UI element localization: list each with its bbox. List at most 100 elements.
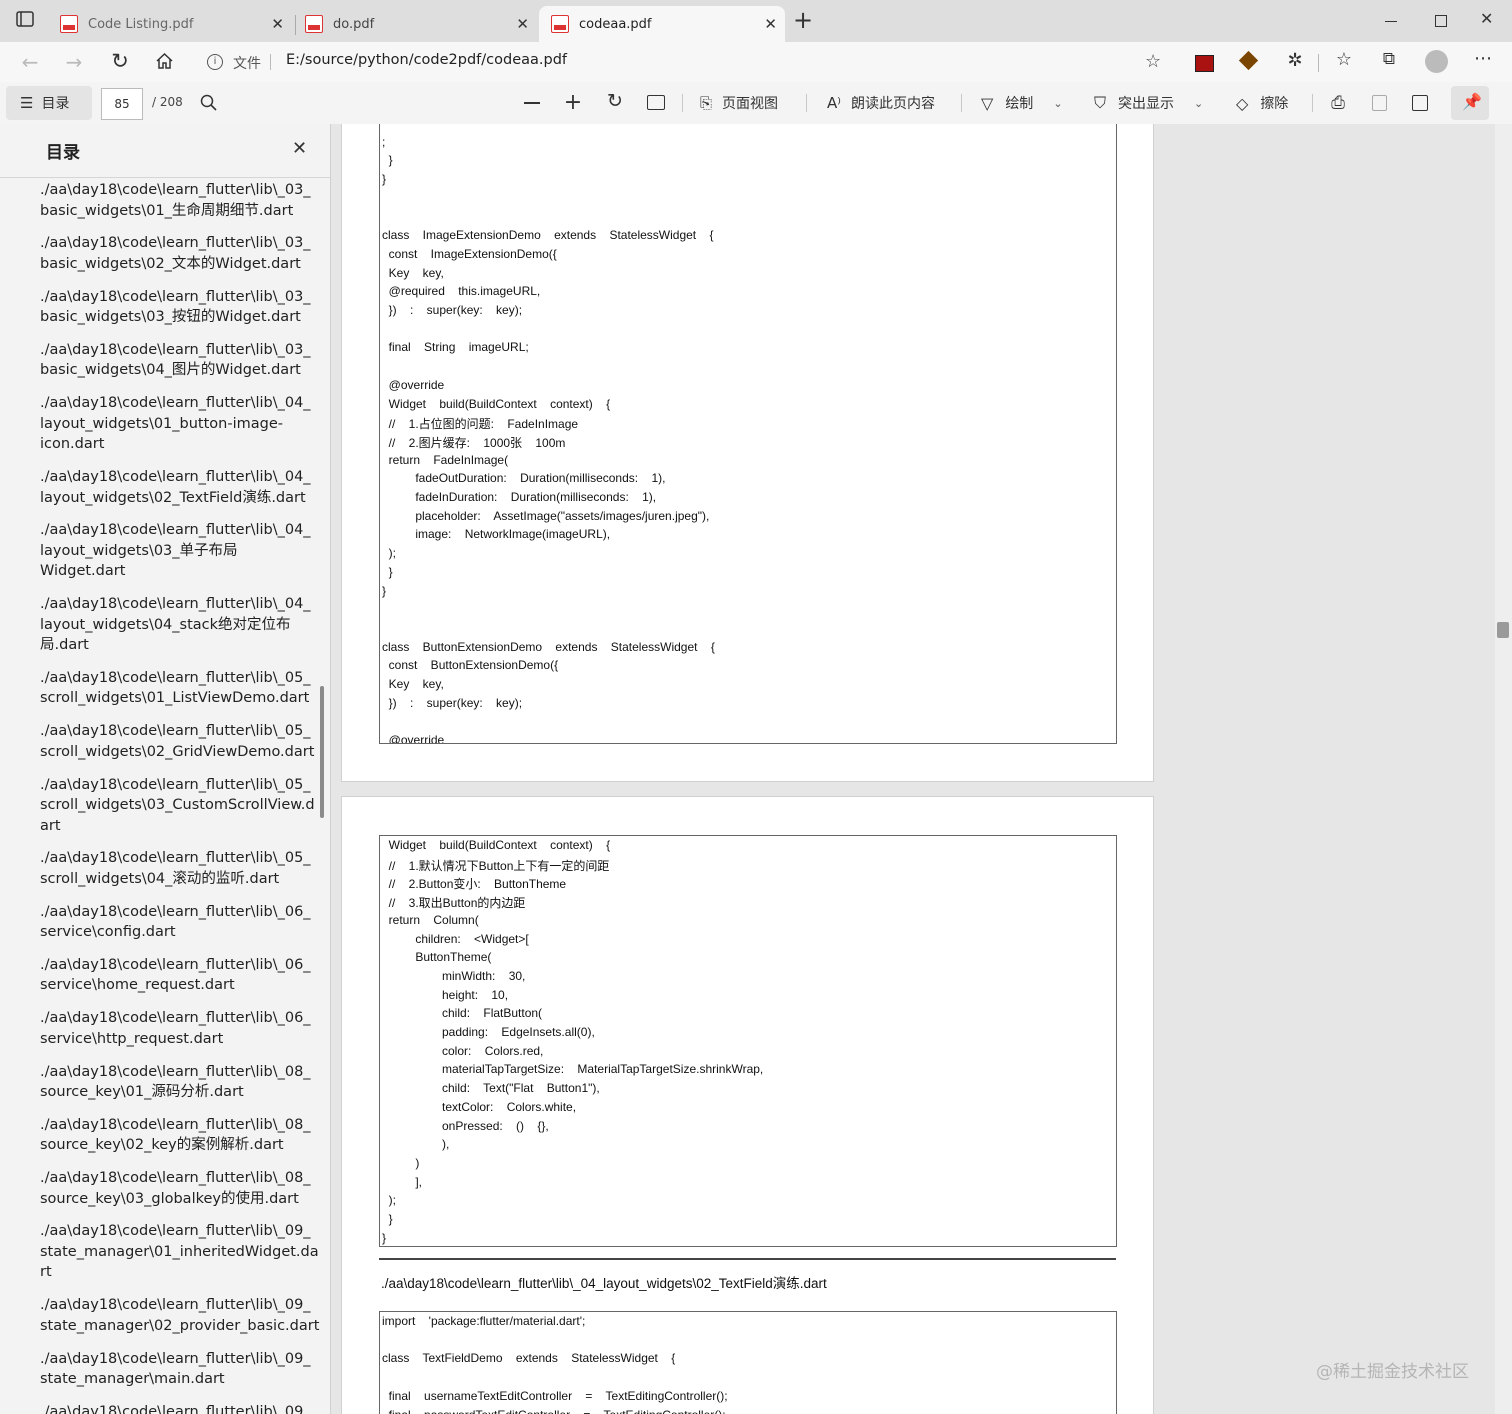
code-line: ButtonTheme(	[382, 950, 492, 965]
extension-icon[interactable]	[1195, 55, 1214, 72]
file-heading: ./aa\day18\code\learn_flutter\lib\_04_la…	[381, 1276, 827, 1291]
tab-close-button[interactable]: ✕	[516, 15, 529, 33]
profile-avatar[interactable]	[1425, 50, 1448, 73]
toc-item[interactable]: ./aa\day18\code\learn_flutter\lib\_06_ s…	[40, 1008, 311, 1049]
code-line: // 1.占位图的问题: FadeInImage	[382, 417, 579, 432]
more-menu-icon[interactable]: ⋯	[1472, 48, 1494, 69]
toc-item[interactable]: ./aa\day18\code\learn_flutter\lib\_05_ s…	[40, 848, 311, 889]
toc-item[interactable]: ./aa\day18\code\learn_flutter\lib\_03_ b…	[40, 287, 311, 328]
erase-label: 擦除	[1260, 96, 1289, 112]
toc-item[interactable]: ./aa\day18\code\learn_flutter\lib\_06_ s…	[40, 902, 311, 943]
code-line: Key key,	[382, 677, 444, 691]
add-favorite-icon[interactable]: ☆	[1145, 51, 1161, 72]
toc-item[interactable]: ./aa\day18\code\learn_flutter\lib\_03_ b…	[40, 340, 311, 381]
code-line: textColor: Colors.white,	[382, 1099, 577, 1114]
draw-button[interactable]: ▽ 绘制 ⌄	[981, 82, 1063, 124]
save-icon[interactable]	[1372, 95, 1387, 111]
home-icon[interactable]	[155, 52, 174, 74]
sidebar-scrollbar[interactable]	[320, 686, 324, 818]
extension-icon[interactable]	[1238, 50, 1259, 71]
toc-item[interactable]: ./aa\day18\code\learn_flutter\lib\_03_ b…	[40, 180, 311, 221]
zoom-in-icon[interactable]: +	[563, 90, 583, 115]
url-text[interactable]: E:/source/python/code2pdf/codeaa.pdf	[286, 52, 567, 68]
zoom-out-icon[interactable]	[524, 102, 540, 104]
tab-close-button[interactable]: ✕	[271, 15, 284, 33]
highlighter-icon: ⛉	[1094, 93, 1107, 112]
tab-strip: Code Listing.pdf ✕ do.pdf ✕ codeaa.pdf ✕…	[0, 0, 1512, 42]
code-line: color: Colors.red,	[382, 1043, 544, 1058]
divider	[270, 54, 271, 70]
pin-toolbar-button[interactable]: 📌	[1451, 86, 1489, 120]
code-line: ;	[382, 134, 386, 149]
info-icon[interactable]: i	[207, 54, 223, 70]
toc-item[interactable]: ./aa\day18\code\learn_flutter\lib\_08_ s…	[40, 1115, 311, 1156]
viewer-scrollbar[interactable]	[1495, 124, 1512, 1414]
chevron-down-icon[interactable]: ⌄	[1053, 97, 1062, 110]
search-icon[interactable]	[200, 94, 217, 115]
divider	[961, 94, 962, 112]
divider	[0, 177, 330, 178]
tab-close-button[interactable]: ✕	[764, 15, 777, 33]
toc-item[interactable]: ./aa\day18\code\learn_flutter\lib\_05_ s…	[40, 668, 311, 709]
code-line: child: FlatButton(	[382, 1006, 543, 1021]
extensions-puzzle-icon[interactable]: ✲	[1284, 50, 1306, 71]
forward-button[interactable]: →	[62, 50, 86, 74]
divider	[1318, 54, 1319, 72]
page-number-input[interactable]: 85	[101, 88, 143, 120]
fit-width-icon[interactable]	[647, 95, 665, 110]
list-icon: ☰	[20, 94, 34, 112]
save-as-icon[interactable]	[1412, 95, 1428, 111]
favorites-icon[interactable]: ☆	[1333, 49, 1355, 70]
toc-item[interactable]: ./aa\day18\code\learn_flutter\lib\_09_ s…	[40, 1295, 319, 1336]
back-button[interactable]: ←	[18, 50, 42, 74]
scrollbar-thumb[interactable]	[1497, 622, 1509, 638]
toc-toggle-button[interactable]: ☰ 目录	[6, 86, 92, 120]
code-line: const ButtonExtensionDemo({	[382, 658, 559, 673]
address-field[interactable]: i 文件 E:/source/python/code2pdf/codeaa.pd…	[193, 46, 1173, 78]
chevron-down-icon[interactable]: ⌄	[1194, 97, 1203, 110]
close-icon[interactable]: ✕	[292, 138, 307, 159]
toc-item[interactable]: ./aa\day18\code\learn_flutter\lib\_09_ s…	[40, 1349, 311, 1390]
toc-item[interactable]: ./aa\day18\code\learn_flutter\lib\_05_ s…	[40, 775, 315, 837]
toc-item[interactable]: ./aa\day18\code\learn_flutter\lib\_06_ s…	[40, 955, 311, 996]
code-line: // 2.图片缓存: 1000张 100m	[382, 435, 566, 450]
toc-item[interactable]: ./aa\day18\code\learn_flutter\lib\_04_ l…	[40, 594, 311, 656]
tab-do-pdf[interactable]: do.pdf ✕	[293, 6, 537, 42]
toc-item[interactable]: ./aa\day18\code\learn_flutter\lib\_04_ l…	[40, 467, 311, 508]
toc-item[interactable]: ./aa\day18\code\learn_flutter\lib\_05_ s…	[40, 721, 314, 762]
toc-item[interactable]: ./aa\day18\code\learn_flutter\lib\_04_ l…	[40, 393, 311, 455]
code-line: Widget build(BuildContext context) {	[382, 396, 611, 411]
draw-label: 绘制	[1005, 96, 1034, 112]
toc-item[interactable]: ./aa\day18\code\learn_flutter\lib\_08_ s…	[40, 1168, 311, 1209]
erase-button[interactable]: ◇ 擦除	[1236, 82, 1288, 124]
rotate-icon[interactable]: ↻	[604, 90, 626, 112]
toc-item[interactable]: ./aa\day18\code\learn_flutter\lib\_03_ b…	[40, 233, 311, 274]
toc-item[interactable]: ./aa\day18\code\learn_flutter\lib\_04_ l…	[40, 520, 311, 582]
print-icon[interactable]: ⎙	[1328, 93, 1348, 113]
code-line: }) : super(key: key);	[382, 303, 523, 317]
code-line: }	[382, 172, 387, 187]
read-aloud-button[interactable]: A⁾ 朗读此页内容	[827, 82, 935, 124]
minimize-button[interactable]	[1385, 21, 1397, 22]
eraser-icon: ◇	[1236, 93, 1249, 113]
tab-actions-icon[interactable]	[14, 11, 36, 31]
tab-code-listing[interactable]: Code Listing.pdf ✕	[48, 6, 292, 42]
toc-item[interactable]: ./aa\day18\code\learn_flutter\lib\_09_ s…	[40, 1221, 319, 1283]
code-line: class ButtonExtensionDemo extends Statel…	[382, 639, 715, 654]
collections-icon[interactable]: ⧉	[1378, 49, 1400, 69]
close-window-button[interactable]: ✕	[1480, 9, 1493, 28]
toc-item[interactable]: ./aa\day18\code\learn_flutter\lib\_08_ s…	[40, 1062, 311, 1103]
tab-title: codeaa.pdf	[579, 16, 652, 32]
refresh-icon[interactable]: ↻	[108, 49, 132, 73]
highlight-button[interactable]: ⛉ 突出显示 ⌄	[1094, 82, 1203, 124]
new-tab-button[interactable]: +	[790, 8, 816, 32]
tab-codeaa-pdf[interactable]: codeaa.pdf ✕	[539, 6, 785, 42]
code-line: padding: EdgeInsets.all(0),	[382, 1025, 595, 1039]
maximize-button[interactable]	[1435, 15, 1447, 27]
code-line: }	[382, 583, 387, 598]
address-bar-row: ← → ↻ i 文件 E:/source/python/code2pdf/cod…	[0, 42, 1512, 83]
code-line: )	[382, 1155, 420, 1170]
toc-item[interactable]: ./aa\day18\code\learn_flutter\lib\_09_	[40, 1402, 311, 1414]
page-view-button[interactable]: ⎘ 页面视图	[700, 82, 778, 124]
code-line: fadeOutDuration: Duration(milliseconds: …	[382, 471, 666, 486]
